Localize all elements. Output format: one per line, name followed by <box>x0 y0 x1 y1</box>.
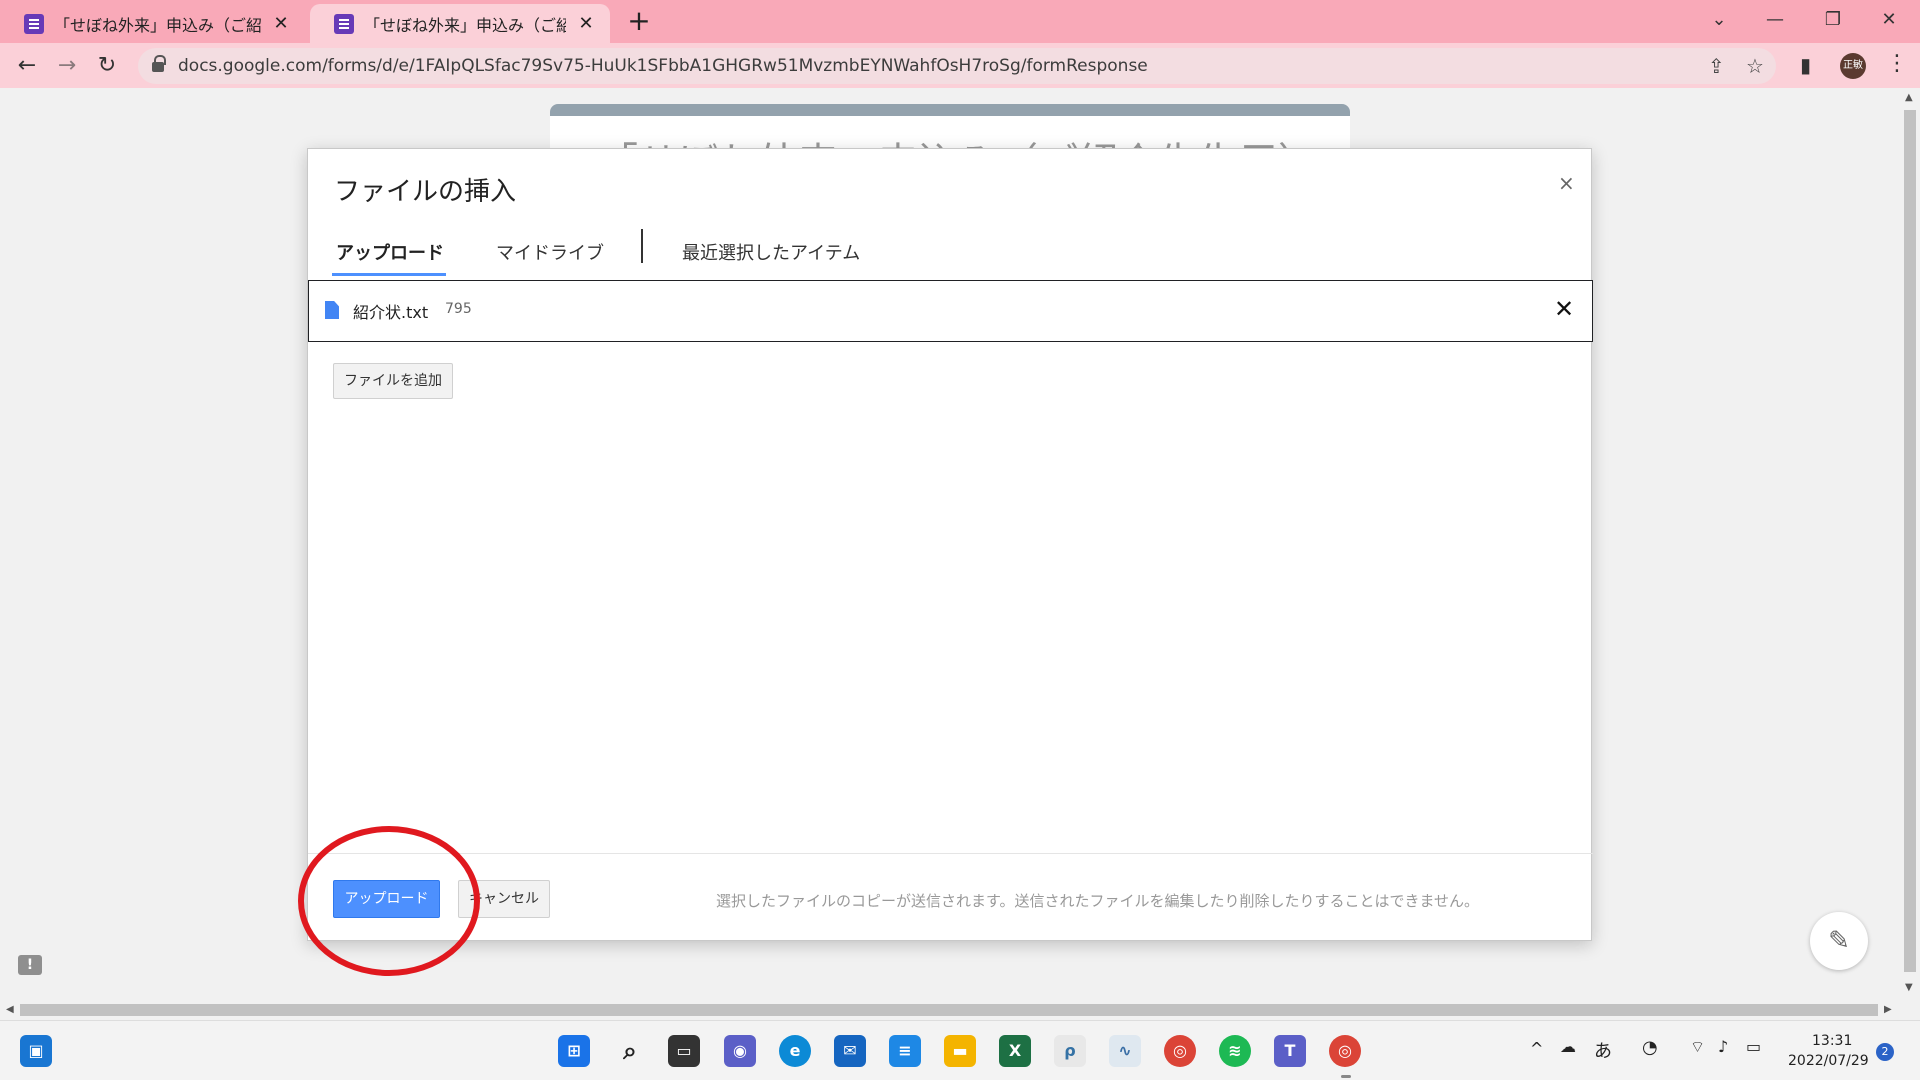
excel-icon[interactable]: X <box>999 1035 1031 1067</box>
add-file-button[interactable]: ファイルを追加 <box>333 363 453 399</box>
share-icon[interactable]: ⇪ <box>1708 54 1725 78</box>
close-icon[interactable]: ✕ <box>271 13 291 34</box>
file-icon <box>325 301 339 319</box>
selected-tab-underline <box>332 273 446 276</box>
task-view-icon[interactable]: ▭ <box>668 1035 700 1067</box>
browser-tab-1[interactable]: 「せぼね外来」申込み（ご紹介先生用） ✕ <box>0 4 305 43</box>
clock-time[interactable]: 13:31 <box>1812 1033 1852 1049</box>
back-arrow-icon[interactable]: ← <box>10 49 44 83</box>
dialog-title: ファイルの挿入 <box>334 177 517 207</box>
tray-overflow-icon[interactable]: ^ <box>1530 1039 1543 1058</box>
widgets-icon[interactable]: ▣ <box>20 1035 52 1067</box>
url-text[interactable]: docs.google.com/forms/d/e/1FAIpQLSfac79S… <box>178 56 1148 76</box>
edge-icon[interactable]: e <box>779 1035 811 1067</box>
scrollbar-thumb[interactable] <box>20 1004 1878 1016</box>
restore-button[interactable]: ❐ <box>1810 4 1856 36</box>
notification-badge[interactable]: 2 <box>1876 1043 1894 1061</box>
file-size: 795 <box>445 301 472 317</box>
google-forms-icon <box>334 13 354 34</box>
side-panel-icon[interactable]: ▮ <box>1800 53 1811 77</box>
window-close-button[interactable]: ✕ <box>1866 4 1912 36</box>
resource-monitor-icon[interactable]: ∿ <box>1109 1035 1141 1067</box>
minimize-button[interactable]: — <box>1752 4 1798 36</box>
bookmark-star-icon[interactable]: ☆ <box>1746 54 1764 78</box>
tab-recent-items[interactable]: 最近選択したアイテム <box>682 239 860 265</box>
edit-pencil-icon[interactable]: ✎ <box>1810 912 1868 970</box>
horizontal-scrollbar[interactable]: ◀ ▶ <box>0 1000 1920 1020</box>
search-icon[interactable]: ⌕ <box>614 1035 646 1067</box>
dialog-tabs: アップロード マイドライブ 最近選択したアイテム <box>308 227 1591 277</box>
onedrive-icon[interactable]: ☁ <box>1560 1037 1576 1056</box>
menu-kebab-icon[interactable]: ⋮ <box>1886 51 1908 76</box>
meet-icon[interactable]: ◉ <box>724 1035 756 1067</box>
chrome-profile-icon[interactable]: ◎ <box>1329 1035 1361 1067</box>
tab-my-drive[interactable]: マイドライブ <box>496 239 604 265</box>
reload-icon[interactable]: ↻ <box>90 49 124 83</box>
annotation-circle <box>298 826 480 976</box>
battery-icon[interactable]: ▭ <box>1746 1037 1761 1056</box>
python-icon[interactable]: ρ <box>1054 1035 1086 1067</box>
browser-tab-bar: 「せぼね外来」申込み（ご紹介先生用） ✕ 「せぼね外来」申込み（ご紹介先生用） … <box>0 0 1920 43</box>
browser-tab-2[interactable]: 「せぼね外来」申込み（ご紹介先生用） ✕ <box>310 4 610 43</box>
new-tab-button[interactable]: + <box>624 6 654 36</box>
address-bar[interactable]: docs.google.com/forms/d/e/1FAIpQLSfac79S… <box>138 48 1776 84</box>
scroll-right-icon[interactable]: ▶ <box>1884 1004 1892 1015</box>
lock-icon[interactable] <box>152 55 166 73</box>
spotify-icon[interactable]: ≋ <box>1219 1035 1251 1067</box>
browser-toolbar: ← → ↻ docs.google.com/forms/d/e/1FAIpQLS… <box>0 43 1920 88</box>
forward-arrow-icon[interactable]: → <box>50 49 84 83</box>
file-explorer-icon[interactable]: ▬ <box>944 1035 976 1067</box>
notepad-icon[interactable]: ≡ <box>889 1035 921 1067</box>
volume-icon[interactable]: ♪ <box>1718 1037 1728 1056</box>
remove-file-icon[interactable]: ✕ <box>1554 295 1574 323</box>
close-icon[interactable]: ✕ <box>576 13 596 34</box>
google-forms-icon <box>24 13 44 34</box>
ime-indicator[interactable]: あ <box>1594 1037 1612 1063</box>
tab-title: 「せぼね外来」申込み（ご紹介先生用） <box>54 15 261 35</box>
feedback-icon[interactable]: ! <box>18 955 42 975</box>
tab-divider <box>641 229 643 263</box>
dialog-close-icon[interactable]: × <box>1558 171 1575 195</box>
tab-title: 「せぼね外来」申込み（ご紹介先生用） <box>364 15 566 35</box>
scroll-down-icon[interactable]: ▼ <box>1905 982 1913 993</box>
selected-file-row: 紹介状.txt 795 ✕ <box>308 280 1593 342</box>
scrollbar-thumb[interactable] <box>1904 110 1916 972</box>
file-name: 紹介状.txt <box>353 303 429 322</box>
scroll-left-icon[interactable]: ◀ <box>6 1004 14 1015</box>
wifi-icon[interactable]: ⌔ <box>1690 1037 1705 1057</box>
clock-date[interactable]: 2022/07/29 <box>1788 1053 1869 1069</box>
tab-upload[interactable]: アップロード <box>336 239 444 265</box>
file-insert-dialog: ファイルの挿入 × アップロード マイドライブ 最近選択したアイテム 紹介状.t… <box>307 148 1593 942</box>
scroll-up-icon[interactable]: ▲ <box>1905 92 1913 103</box>
avatar[interactable]: 正敏 <box>1840 53 1866 79</box>
focus-icon[interactable]: ◔ <box>1642 1037 1658 1058</box>
running-indicator <box>1341 1075 1351 1078</box>
teams-icon[interactable]: T <box>1274 1035 1306 1067</box>
tab-search-button[interactable]: ⌄ <box>1696 4 1742 36</box>
chrome-icon[interactable]: ◎ <box>1164 1035 1196 1067</box>
vertical-scrollbar[interactable]: ▲ ▼ <box>1900 88 1920 1000</box>
dialog-footer: アップロード キャンセル 選択したファイルのコピーが送信されます。送信されたファ… <box>308 853 1593 942</box>
start-icon[interactable]: ⊞ <box>558 1035 590 1067</box>
windows-taskbar: ▣ ⊞ ⌕ ▭ ◉ e ✉ ≡ ▬ X ρ ∿ ◎ ≋ T ◎ ^ ☁ あ ◔ … <box>0 1020 1920 1080</box>
upload-note: 選択したファイルのコピーが送信されます。送信されたファイルを編集したり削除したり… <box>716 892 1480 910</box>
mail-icon[interactable]: ✉ <box>834 1035 866 1067</box>
